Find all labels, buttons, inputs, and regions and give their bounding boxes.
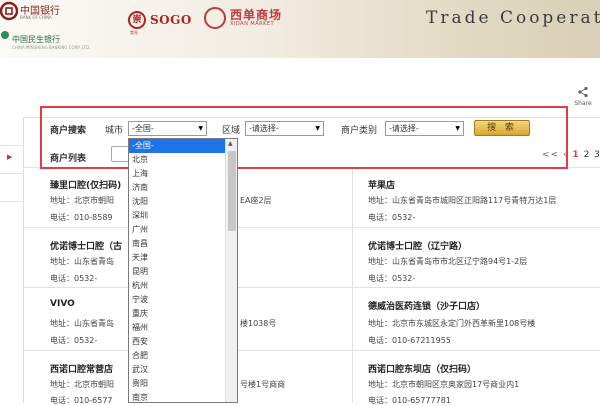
sidebar-divider bbox=[0, 201, 24, 202]
merchant-address-tail: 楼1038号 bbox=[240, 319, 277, 328]
city-option[interactable]: -全国- bbox=[129, 139, 237, 153]
merchant-name[interactable]: 西诺口腔东坝店（仅扫码） bbox=[368, 362, 476, 375]
category-label: 商户类别 bbox=[341, 126, 378, 136]
merchant-name[interactable]: 苹果店 bbox=[368, 178, 395, 191]
merchant-address: 地址：山东省青岛市城阳区正阳路117号青特万达1层 bbox=[368, 196, 557, 205]
page-link[interactable]: 1 bbox=[572, 150, 578, 160]
banner-slogan: Trade Cooperatio bbox=[426, 8, 600, 28]
merchant-phone: 电话：0532- bbox=[368, 274, 416, 283]
city-option[interactable]: 武汉 bbox=[129, 363, 237, 377]
share-label: Share bbox=[574, 100, 592, 107]
category-select[interactable]: -请选择- ▼ bbox=[385, 121, 464, 136]
merchant-address: 地址：山东省青岛 bbox=[50, 319, 114, 328]
area-label: 区域 bbox=[222, 126, 241, 136]
xidan-mark-icon bbox=[204, 7, 226, 29]
page-link[interactable]: 3 bbox=[594, 150, 600, 160]
page-link[interactable]: 2 bbox=[584, 150, 590, 160]
minsheng-logo-icon bbox=[1, 31, 9, 39]
city-option[interactable]: 深圳 bbox=[129, 209, 237, 223]
divider bbox=[24, 227, 600, 228]
city-select[interactable]: -全国- ▼ bbox=[128, 121, 207, 136]
city-label: 城市 bbox=[105, 126, 124, 136]
sidebar-arrow-icon[interactable]: ▶ bbox=[7, 153, 12, 161]
city-option[interactable]: 福州 bbox=[129, 321, 237, 335]
merchant-name[interactable]: 优诺博士口腔（辽宁路） bbox=[368, 239, 467, 252]
city-option[interactable]: 西安 bbox=[129, 335, 237, 349]
divider bbox=[24, 287, 600, 288]
city-option[interactable]: 天津 bbox=[129, 251, 237, 265]
merchant-address: 地址：北京市东城区永定门外西革新里108号楼 bbox=[368, 319, 536, 328]
city-option[interactable]: 合肥 bbox=[129, 349, 237, 363]
city-option[interactable]: 重庆 bbox=[129, 307, 237, 321]
left-sidebar: ▶ bbox=[0, 117, 24, 403]
xidan-logo: 西单商场 XIDAN MARKET bbox=[204, 5, 294, 31]
merchant-phone: 电话：0532- bbox=[368, 213, 416, 222]
xidan-subtitle: XIDAN MARKET bbox=[230, 21, 275, 27]
share-button[interactable]: Share bbox=[570, 86, 596, 108]
pagination-prev[interactable]: << ‹ bbox=[542, 150, 568, 160]
city-option[interactable]: 上海 bbox=[129, 167, 237, 181]
merchant-name[interactable]: 臻里口腔(仅扫码) bbox=[50, 178, 121, 191]
sogo-logo: 崇 SOGO 崇光 bbox=[128, 8, 191, 35]
merchant-address: 地址：北京市朝阳 bbox=[50, 380, 114, 389]
boc-logo: 中国银行 BANK OF CHINA bbox=[0, 0, 90, 28]
merchant-phone: 电话：010-6577 bbox=[50, 396, 113, 405]
merchant-phone: 电话：0532- bbox=[50, 336, 98, 345]
boc-logo-icon bbox=[0, 1, 18, 21]
merchant-address-tail: EA座2层 bbox=[240, 196, 272, 205]
sidebar-divider bbox=[0, 145, 24, 146]
chevron-down-icon: ▼ bbox=[198, 125, 203, 132]
merchant-name[interactable]: 优诺博士口腔（古 bbox=[50, 239, 122, 252]
merchant-list-title: 商户列表 bbox=[50, 154, 87, 164]
city-option[interactable]: 广州 bbox=[129, 223, 237, 237]
search-button[interactable]: 搜 索 bbox=[474, 120, 530, 136]
merchant-address: 地址：山东省青岛市市北区辽宁路94号1-2层 bbox=[368, 257, 528, 266]
column-divider bbox=[352, 168, 353, 403]
city-option[interactable]: 杭州 bbox=[129, 279, 237, 293]
dropdown-scrollbar[interactable]: ▲ bbox=[225, 139, 237, 402]
divider bbox=[24, 350, 600, 351]
merchant-name[interactable]: VIVO bbox=[50, 299, 75, 309]
sidebar-divider bbox=[0, 173, 24, 174]
merchant-address: 地址：山东省青岛 bbox=[50, 257, 114, 266]
city-option[interactable]: 南京 bbox=[129, 391, 237, 402]
merchant-phone: 电话：0532- bbox=[50, 274, 98, 283]
merchant-phone: 电话：010-8589 bbox=[50, 213, 113, 222]
sogo-subtitle: 崇光 bbox=[130, 30, 138, 35]
area-select-value: -请选择- bbox=[249, 124, 279, 133]
city-option[interactable]: 昆明 bbox=[129, 265, 237, 279]
sogo-mark: 崇 bbox=[128, 11, 146, 29]
search-section-label: 商户搜索 bbox=[50, 126, 87, 136]
merchant-name[interactable]: 德威治医药连锁（沙子口店） bbox=[368, 299, 485, 312]
city-option[interactable]: 沈阳 bbox=[129, 195, 237, 209]
merchant-address: 地址：北京市朝阳区京奥家园17号商业内1 bbox=[368, 380, 520, 389]
city-option[interactable]: 南昌 bbox=[129, 237, 237, 251]
city-option[interactable]: 贵阳 bbox=[129, 377, 237, 391]
city-select-value: -全国- bbox=[132, 124, 154, 133]
chevron-down-icon: ▼ bbox=[455, 125, 460, 132]
city-option[interactable]: 宁波 bbox=[129, 293, 237, 307]
minsheng-name: 中国民生银行 bbox=[12, 35, 60, 44]
boc-subtitle: BANK OF CHINA bbox=[20, 15, 52, 20]
category-select-value: -请选择- bbox=[389, 124, 419, 133]
header-banner: 中国银行 BANK OF CHINA 中国民生银行 CHINA MINSHENG… bbox=[0, 0, 600, 58]
scrollbar-thumb[interactable] bbox=[228, 151, 236, 231]
merchant-address: 地址：北京市朝阳 bbox=[50, 196, 114, 205]
city-dropdown-list[interactable]: -全国- 北京 上海 济南 沈阳 深圳 广州 南昌 天津 昆明 杭州 宁波 重庆 福州 西安 合肥 武汉 贵阳 南京… bbox=[128, 138, 238, 403]
share-icon bbox=[578, 86, 588, 98]
sogo-word: SOGO bbox=[150, 13, 192, 27]
city-option[interactable]: 济南 bbox=[129, 181, 237, 195]
chevron-down-icon: ▼ bbox=[315, 125, 320, 132]
minsheng-subtitle: CHINA MINSHENG BANKING CORP.,LTD. bbox=[12, 45, 91, 50]
merchant-phone: 电话：010-65777781 bbox=[368, 396, 451, 405]
merchant-name[interactable]: 西诺口腔常营店 bbox=[50, 362, 113, 375]
pagination: << ‹ 1 2 3 bbox=[542, 150, 600, 160]
city-option[interactable]: 北京 bbox=[129, 153, 237, 167]
merchant-address-tail: 号楼1号商商 bbox=[240, 380, 286, 389]
merchant-phone: 电话：010-67211955 bbox=[368, 336, 451, 345]
scroll-up-icon[interactable]: ▲ bbox=[228, 140, 233, 147]
area-select[interactable]: -请选择- ▼ bbox=[245, 121, 324, 136]
